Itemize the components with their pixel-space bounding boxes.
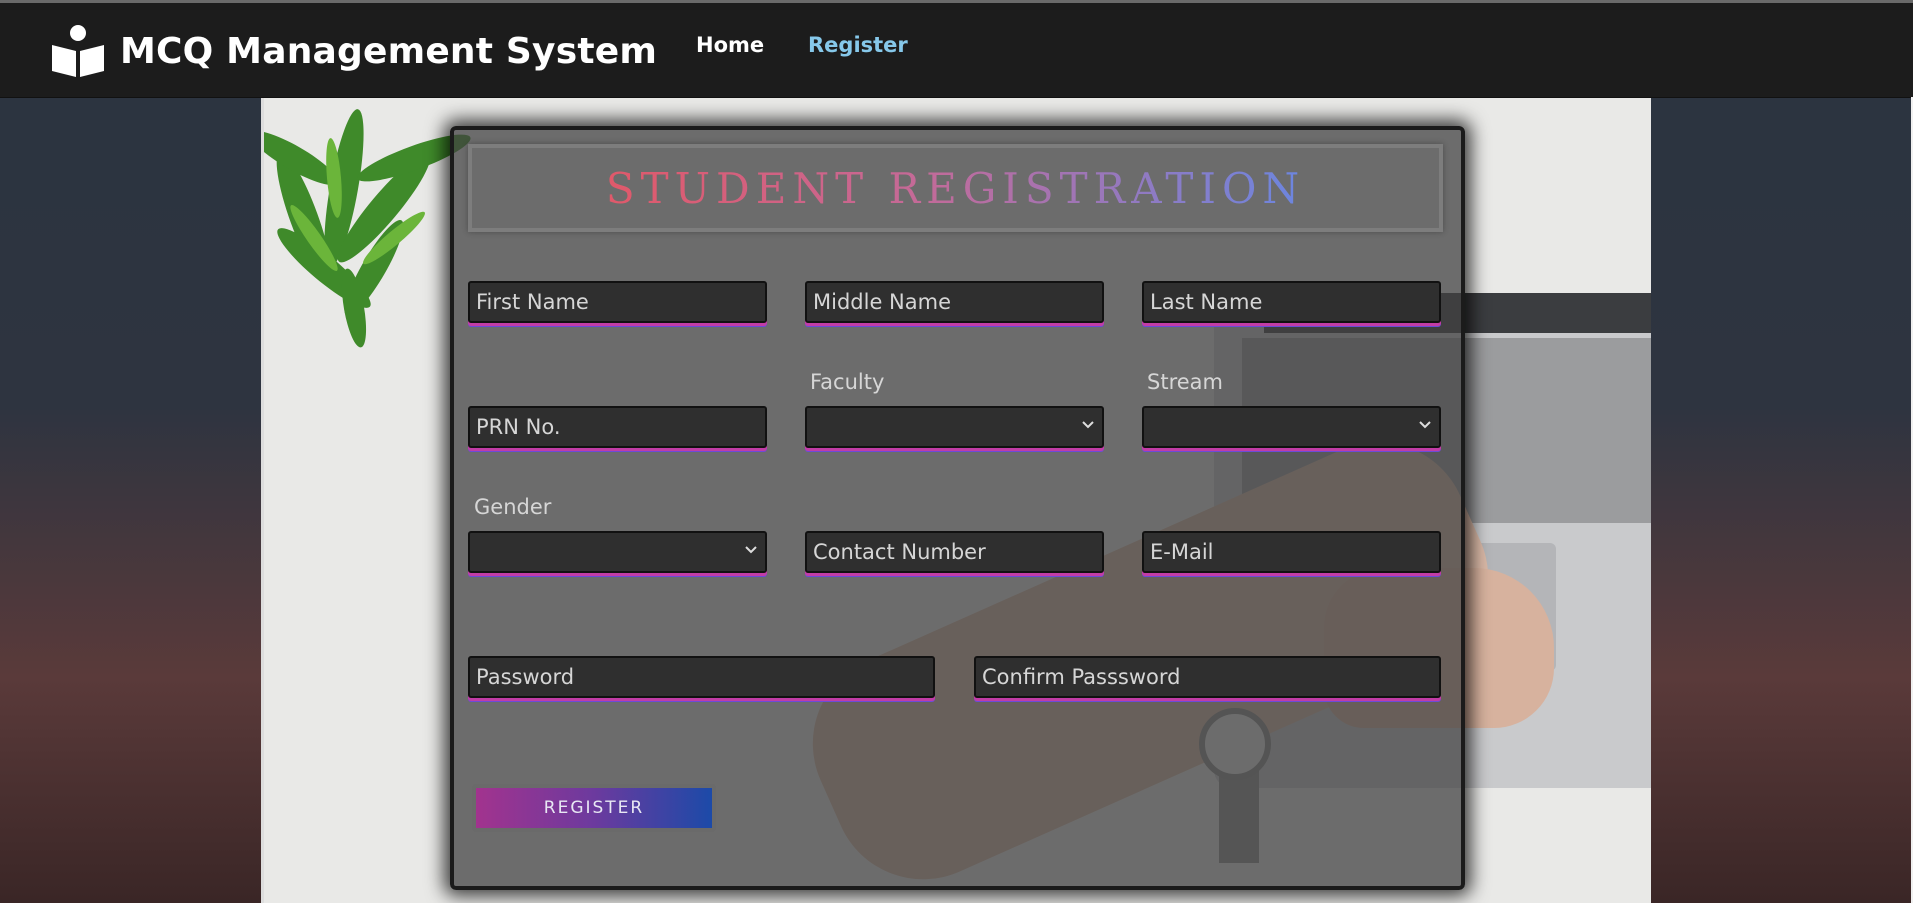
faculty-select[interactable]: [805, 406, 1104, 448]
confirm-password-input[interactable]: [976, 658, 1439, 696]
prn-field[interactable]: [468, 406, 767, 448]
email-input[interactable]: [1144, 533, 1439, 571]
stream-label: Stream: [1147, 370, 1223, 394]
reader-book-icon: [52, 25, 104, 77]
nav-link-home[interactable]: Home: [696, 33, 764, 57]
last-name-field[interactable]: [1142, 281, 1441, 323]
registration-form: STUDENT REGISTRATION Faculty Stream Gend…: [450, 126, 1465, 890]
nav-link-register[interactable]: Register: [808, 33, 908, 57]
brand[interactable]: MCQ Management System: [50, 23, 657, 79]
gender-select-value[interactable]: [470, 533, 765, 571]
prn-input[interactable]: [470, 408, 765, 446]
chevron-down-icon: [745, 546, 757, 554]
gender-label: Gender: [474, 495, 552, 519]
faculty-label: Faculty: [810, 370, 885, 394]
chevron-down-icon: [1082, 421, 1094, 429]
brand-title: MCQ Management System: [120, 30, 658, 72]
faculty-select-value[interactable]: [807, 408, 1102, 446]
contact-number-input[interactable]: [807, 533, 1102, 571]
navbar: MCQ Management System Home Register: [0, 3, 1913, 98]
contact-number-field[interactable]: [805, 531, 1104, 573]
email-field[interactable]: [1142, 531, 1441, 573]
middle-name-input[interactable]: [807, 283, 1102, 321]
middle-name-field[interactable]: [805, 281, 1104, 323]
first-name-input[interactable]: [470, 283, 765, 321]
gender-select[interactable]: [468, 531, 767, 573]
chevron-down-icon: [1419, 421, 1431, 429]
form-title: STUDENT REGISTRATION: [605, 163, 1306, 213]
password-input[interactable]: [470, 658, 933, 696]
register-button[interactable]: REGISTER: [472, 784, 716, 832]
stream-select[interactable]: [1142, 406, 1441, 448]
password-field[interactable]: [468, 656, 935, 698]
last-name-input[interactable]: [1144, 283, 1439, 321]
first-name-field[interactable]: [468, 281, 767, 323]
form-title-box: STUDENT REGISTRATION: [468, 144, 1443, 232]
confirm-password-field[interactable]: [974, 656, 1441, 698]
stream-select-value[interactable]: [1144, 408, 1439, 446]
